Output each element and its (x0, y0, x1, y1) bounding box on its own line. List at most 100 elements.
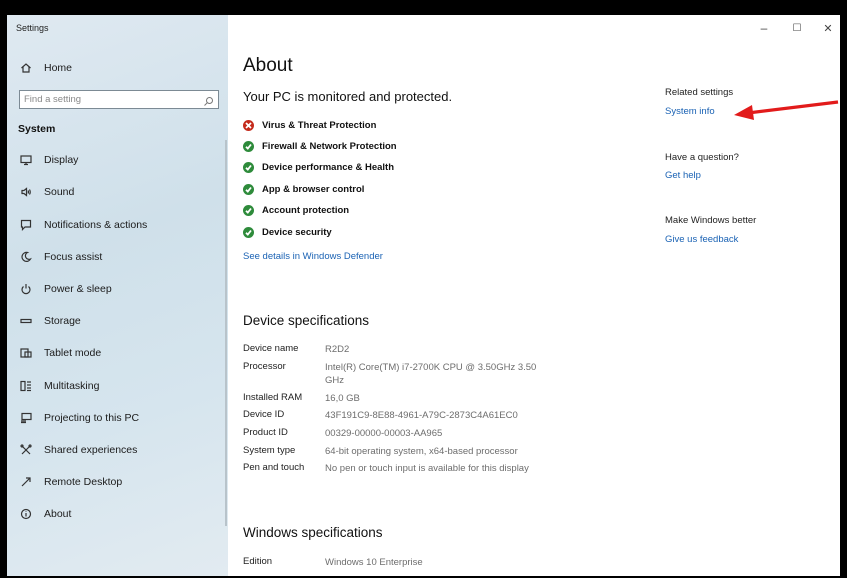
sound-icon (19, 185, 33, 199)
sidebar-item-label: Remote Desktop (44, 476, 123, 488)
spec-key: Processor (243, 361, 286, 372)
spec-key: Edition (243, 556, 273, 567)
protection-item-label: Device security (262, 226, 332, 238)
spec-value: 16,0 GB (325, 393, 360, 404)
sidebar-item-tablet-mode[interactable]: Tablet mode (7, 338, 228, 368)
protection-item-label: Virus & Threat Protection (262, 119, 377, 131)
related-settings-heading: Related settings (665, 87, 734, 98)
sidebar-item-focus-assist[interactable]: Focus assist (7, 242, 228, 272)
main-content: About Your PC is monitored and protected… (243, 15, 643, 576)
spec-row: Installed RAM 16,0 GB (243, 392, 555, 405)
get-help-link[interactable]: Get help (665, 170, 701, 181)
give-feedback-link[interactable]: Give us feedback (665, 234, 738, 245)
sidebar: Settings Home System Display Sound Notif… (7, 15, 228, 576)
protection-item-label: App & browser control (262, 183, 365, 195)
multitasking-icon (19, 379, 33, 393)
check-status-icon (243, 204, 254, 216)
sidebar-item-power-sleep[interactable]: Power & sleep (7, 274, 228, 304)
sidebar-item-label: Focus assist (44, 251, 103, 263)
sidebar-item-label: Shared experiences (44, 444, 138, 456)
sidebar-item-multitasking[interactable]: Multitasking (7, 371, 228, 401)
check-status-icon (243, 140, 254, 152)
display-icon (19, 153, 33, 167)
spec-row: System type 64-bit operating system, x64… (243, 445, 585, 458)
notifications-icon (19, 218, 33, 232)
sidebar-item-label: Display (44, 154, 79, 166)
check-status-icon (243, 183, 254, 195)
sidebar-item-label: Multitasking (44, 380, 100, 392)
storage-icon (19, 314, 33, 328)
protection-item: Account protection (243, 202, 349, 218)
sidebar-item-label: Home (44, 62, 73, 74)
device-specs-heading: Device specifications (243, 313, 370, 328)
sidebar-section-heading: System (18, 123, 56, 135)
windows-defender-link[interactable]: See details in Windows Defender (243, 251, 383, 262)
spec-value: No pen or touch input is available for t… (325, 463, 529, 474)
sidebar-item-home[interactable]: Home (7, 53, 228, 83)
sidebar-item-label: About (44, 508, 72, 520)
sidebar-item-label: Storage (44, 315, 81, 327)
spec-value: Windows 10 Enterprise (325, 557, 423, 568)
power-icon (19, 282, 33, 296)
spec-row: Device ID 43F191C9-8E88-4961-A79C-2873C4… (243, 409, 555, 422)
sidebar-item-projecting[interactable]: Projecting to this PC (7, 403, 228, 433)
spec-value: 64-bit operating system, x64-based proce… (325, 446, 518, 457)
sidebar-item-label: Sound (44, 186, 75, 198)
shared-experiences-icon (19, 443, 33, 457)
spec-key: System type (243, 445, 296, 456)
window-title: Settings (16, 23, 49, 33)
spec-row: Device name R2D2 (243, 343, 555, 356)
home-icon (19, 61, 33, 75)
question-heading: Have a question? (665, 152, 739, 163)
protection-item: Device performance & Health (243, 159, 394, 175)
protection-item: Virus & Threat Protection (243, 117, 376, 133)
spec-key: Device name (243, 343, 299, 354)
protection-item: Firewall & Network Protection (243, 138, 397, 154)
spec-value: Intel(R) Core(TM) i7-2700K CPU @ 3.50GHz… (325, 362, 537, 386)
sidebar-item-sound[interactable]: Sound (7, 177, 228, 207)
sidebar-scrollbar[interactable] (225, 140, 227, 526)
spec-key: Pen and touch (243, 462, 305, 473)
focus-assist-icon (19, 250, 33, 264)
about-icon (19, 507, 33, 521)
feedback-heading: Make Windows better (665, 215, 757, 226)
sidebar-item-label: Power & sleep (44, 283, 112, 295)
spec-row: Edition Windows 10 Enterprise (243, 556, 555, 569)
protection-item-label: Account protection (262, 204, 350, 216)
protection-item-label: Firewall & Network Protection (262, 140, 397, 152)
spec-row: Pen and touch No pen or touch input is a… (243, 462, 625, 475)
sidebar-item-notifications[interactable]: Notifications & actions (7, 210, 228, 240)
spec-value: R2D2 (325, 344, 350, 355)
sidebar-item-label: Tablet mode (44, 347, 102, 359)
spec-key: Device ID (243, 409, 285, 420)
search-icon[interactable] (203, 94, 214, 112)
search-field[interactable] (19, 90, 219, 109)
sidebar-item-display[interactable]: Display (7, 145, 228, 175)
sidebar-item-label: Notifications & actions (44, 219, 148, 231)
protection-item: Device security (243, 224, 332, 240)
settings-window: Settings Home System Display Sound Notif… (7, 15, 840, 576)
spec-row: Processor Intel(R) Core(TM) i7-2700K CPU… (243, 361, 555, 387)
search-input[interactable] (24, 94, 199, 105)
page-title: About (243, 55, 293, 76)
protection-item: App & browser control (243, 181, 364, 197)
spec-value: 00329-00000-00003-AA965 (325, 428, 443, 439)
error-status-icon (243, 119, 254, 131)
sidebar-item-remote-desktop[interactable]: Remote Desktop (7, 467, 228, 497)
tablet-mode-icon (19, 346, 33, 360)
spec-key: Installed RAM (243, 392, 303, 403)
check-status-icon (243, 161, 254, 173)
projecting-icon (19, 411, 33, 425)
sidebar-item-shared-experiences[interactable]: Shared experiences (7, 435, 228, 465)
protection-item-label: Device performance & Health (262, 161, 394, 173)
annotation-arrow-icon (734, 100, 839, 120)
spec-value: 43F191C9-8E88-4961-A79C-2873C4A61EC0 (325, 410, 518, 421)
system-info-link[interactable]: System info (665, 106, 715, 117)
protection-heading: Your PC is monitored and protected. (243, 89, 453, 104)
spec-key: Product ID (243, 427, 288, 438)
windows-specs-heading: Windows specifications (243, 525, 383, 540)
sidebar-item-label: Projecting to this PC (44, 412, 140, 424)
spec-row: Product ID 00329-00000-00003-AA965 (243, 427, 555, 440)
sidebar-item-about[interactable]: About (7, 499, 228, 529)
sidebar-item-storage[interactable]: Storage (7, 306, 228, 336)
